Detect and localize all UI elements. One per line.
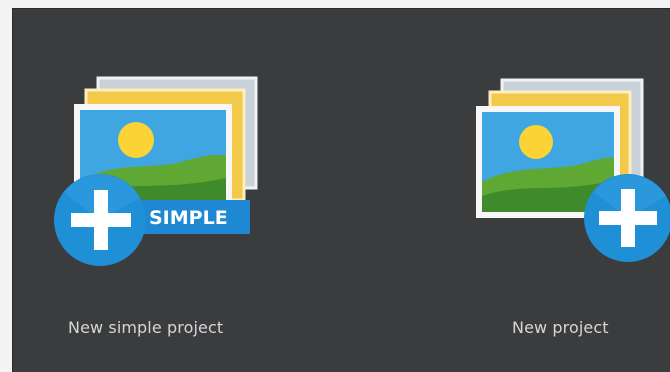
new-project-label: New project (512, 318, 609, 337)
new-simple-project-icon: SIMPLE (54, 76, 258, 266)
new-simple-project-tile[interactable]: SIMPLE New simple project (42, 68, 292, 358)
simple-tag-text: SIMPLE (149, 207, 228, 229)
project-chooser-panel: SIMPLE New simple project New project (12, 8, 670, 372)
new-project-tile[interactable]: New project (452, 68, 670, 358)
plus-badge-icon (54, 174, 146, 266)
plus-badge-icon (584, 174, 670, 262)
window-frame: SIMPLE New simple project New project (0, 0, 670, 372)
new-project-icon (476, 78, 670, 262)
new-simple-project-label: New simple project (68, 318, 224, 337)
